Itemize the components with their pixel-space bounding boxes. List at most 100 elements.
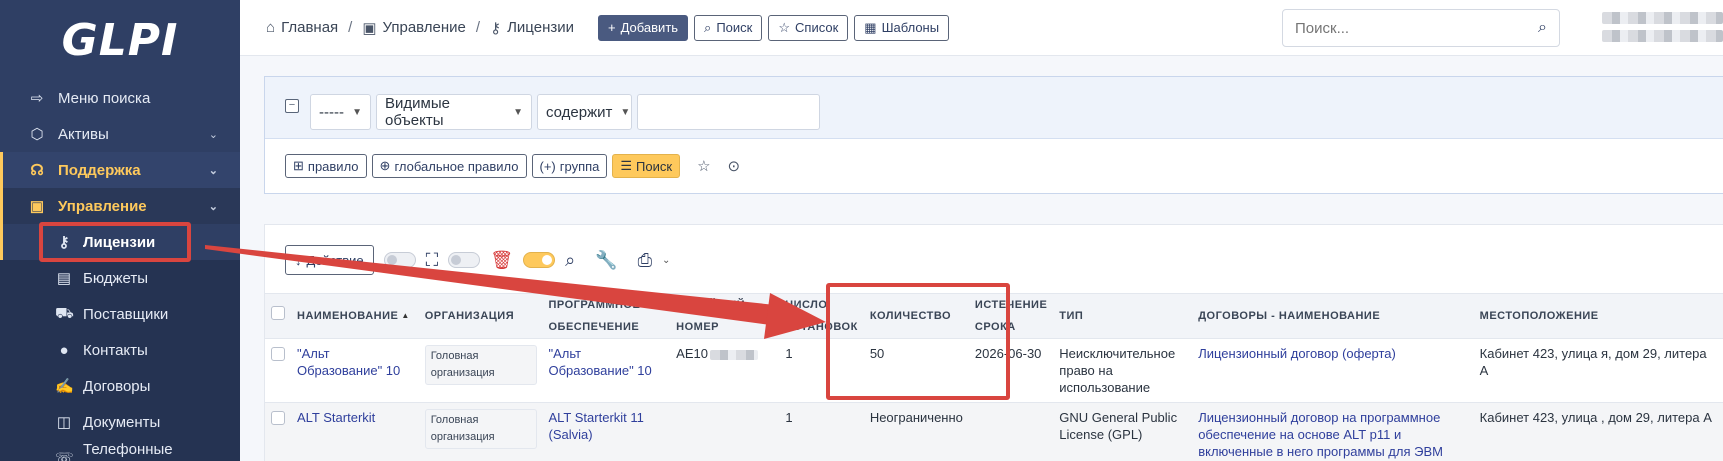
map-icon[interactable]: ⛶ [426, 250, 439, 271]
toggle-switch[interactable] [383, 252, 416, 268]
sidebar-item-label: Телефонные линии [83, 441, 173, 461]
sidebar-item-label: Поддержка [58, 161, 141, 179]
chevron-down-icon: ⌄ [208, 128, 218, 141]
row-checkbox[interactable] [271, 411, 285, 425]
column-header-type[interactable]: ТИП [1053, 293, 1193, 339]
criteria-field-select[interactable]: Видимые объекты ▼ [376, 94, 532, 130]
search-icon[interactable]: ⌕ [1538, 19, 1547, 37]
reset-circle-icon[interactable]: ⊙ [728, 157, 741, 175]
sidebar-item-phone-lines[interactable]: ☏ Телефонные линии [0, 440, 240, 461]
wallet-icon: ▣ [362, 19, 377, 37]
add-global-rule-button[interactable]: ⊕ глобальное правило [371, 154, 527, 178]
sidebar-item-budgets[interactable]: ▤ Бюджеты [0, 260, 240, 296]
truck-loading-icon: ⛟ [55, 304, 74, 322]
location-value: Кабинет 423, улица я, дом 29, литера А [1479, 346, 1707, 378]
parentheses-icon: (+) [539, 158, 556, 174]
search-icon: ⌕ [704, 19, 712, 35]
list-search-icon: ☰ [620, 158, 633, 173]
sidebar-item-label: Поставщики [83, 305, 169, 323]
user-entity-redacted [1602, 30, 1723, 42]
signature-icon: ✍ [55, 378, 74, 395]
document-icon: ◫ [56, 414, 72, 431]
star-icon[interactable]: ☆ [697, 157, 710, 175]
massive-action-button[interactable]: ↓ Действие [285, 245, 374, 275]
sidebar-item-label: Договоры [83, 377, 151, 395]
global-search-input[interactable] [1295, 19, 1539, 37]
annotation-box-licenses-menu [39, 222, 191, 262]
run-search-button[interactable]: ☰ Поиск [612, 154, 681, 178]
toggle-switch[interactable] [448, 252, 481, 268]
search-toggle-button[interactable]: ⌕ Поиск [694, 14, 763, 41]
column-header-software[interactable]: ПРОГРАММНОЕ ОБЕСПЕЧЕНИЕ [542, 293, 671, 339]
caret-down-icon: ▼ [620, 106, 631, 118]
license-name-link[interactable]: "Альт Образование" 10 [297, 346, 400, 378]
arrow-down-icon: ↓ [295, 252, 302, 268]
sidebar-item-search-menu[interactable]: ⇨ Меню поиска [0, 80, 240, 116]
top-header: ⌂ Главная / ▣ Управление / ⚷ Лицензии + … [240, 0, 1723, 56]
installs-count: 1 [785, 410, 793, 425]
sidebar-item-support[interactable]: ☊ Поддержка ⌄ [0, 152, 240, 188]
key-icon: ⚷ [490, 19, 502, 37]
sidebar-item-documents[interactable]: ◫ Документы [0, 404, 240, 440]
breadcrumb-licenses[interactable]: Лицензии [507, 19, 574, 36]
breadcrumb-management[interactable]: Управление [383, 19, 466, 36]
collapse-criteria-icon[interactable]: − [285, 99, 299, 113]
wrench-icon[interactable]: 🔧 [595, 250, 617, 271]
column-header-serial[interactable]: СЕРИЙНЫЙ НОМЕР [670, 293, 780, 339]
sidebar-item-label: Управление [58, 197, 147, 215]
trash-icon[interactable]: 🗑 [490, 250, 513, 271]
contract-link[interactable]: Лицензионный договор на программное обес… [1198, 410, 1443, 459]
location-value: Кабинет 423, улица , дом 29, литера А [1479, 410, 1712, 425]
sidebar-item-assets[interactable]: ⬡ Активы ⌄ [0, 116, 240, 152]
calculator-icon: ▤ [56, 270, 72, 287]
chevron-down-icon: ⌄ [208, 200, 218, 213]
sidebar-item-contacts[interactable]: ● Контакты [0, 332, 240, 368]
sidebar-item-management[interactable]: ▣ Управление ⌄ [0, 188, 240, 224]
caret-down-icon: ⌄ [662, 254, 671, 266]
criteria-operator-select[interactable]: содержит ▼ [537, 94, 632, 130]
breadcrumb-home[interactable]: Главная [281, 19, 338, 36]
global-search: ⌕ [1282, 9, 1560, 47]
sidebar-item-label: Документы [83, 413, 161, 431]
list-button[interactable]: ☆ Список [768, 14, 849, 41]
column-header-organization[interactable]: ОРГАНИЗАЦИЯ [418, 293, 543, 339]
headset-icon: ☊ [30, 162, 44, 179]
criteria-link-select[interactable]: ----- ▼ [310, 94, 371, 130]
column-header-name[interactable]: НАИМЕНОВАНИЕ ▲ [291, 293, 419, 339]
add-group-button[interactable]: (+) группа [531, 154, 608, 178]
software-link[interactable]: "Альт Образование" 10 [549, 346, 652, 378]
criteria-row: − ----- ▼ Видимые объекты ▼ содержит ▼ [265, 77, 1723, 139]
template-icon: ▦ [864, 19, 877, 35]
user-icon: ● [59, 341, 69, 359]
serial-number: AE10 [676, 346, 708, 361]
license-name-link[interactable]: ALT Starterkit [297, 410, 375, 425]
software-link[interactable]: ALT Starterkit 11 (Salvia) [549, 410, 644, 442]
add-button[interactable]: + Добавить [598, 14, 689, 41]
table-row: ALT Starterkit Головная организация ALT … [265, 402, 1723, 461]
search-icon[interactable]: ⌕ [565, 250, 575, 271]
sidebar-item-suppliers[interactable]: ⛟ Поставщики [0, 296, 240, 332]
column-header-location[interactable]: МЕСТОПОЛОЖЕНИЕ [1473, 293, 1723, 339]
breadcrumb-separator: / [348, 19, 353, 36]
file-export-icon[interactable]: ⎙ [638, 250, 652, 271]
row-checkbox[interactable] [271, 347, 285, 361]
chevron-down-icon: ⌄ [208, 164, 218, 177]
caret-down-icon: ▼ [352, 106, 362, 118]
add-rule-button[interactable]: ⊞ правило [285, 154, 367, 178]
templates-button[interactable]: ▦ Шаблоны [854, 14, 950, 41]
column-header-contracts[interactable]: ДОГОВОРЫ - НАИМЕНОВАНИЕ [1192, 293, 1474, 339]
annotation-box-installs-quantity [826, 283, 1010, 400]
criteria-value-input[interactable] [637, 94, 820, 130]
sidebar-item-label: Меню поиска [58, 89, 151, 107]
glpi-logo[interactable]: GLPI [0, 0, 240, 80]
user-menu-redacted[interactable] [1602, 12, 1723, 24]
installs-count: 1 [785, 346, 793, 361]
toggle-switch-active[interactable] [523, 252, 556, 268]
organization-badge: Головная организация [424, 409, 537, 449]
star-icon: ☆ [778, 19, 791, 35]
license-type: GNU General Public License (GPL) [1059, 410, 1178, 442]
sidebar-item-contracts[interactable]: ✍ Договоры [0, 368, 240, 404]
breadcrumb: ⌂ Главная / ▣ Управление / ⚷ Лицензии [240, 19, 574, 37]
select-all-checkbox[interactable] [271, 306, 285, 320]
contract-link[interactable]: Лицензионный договор (оферта) [1198, 346, 1396, 361]
